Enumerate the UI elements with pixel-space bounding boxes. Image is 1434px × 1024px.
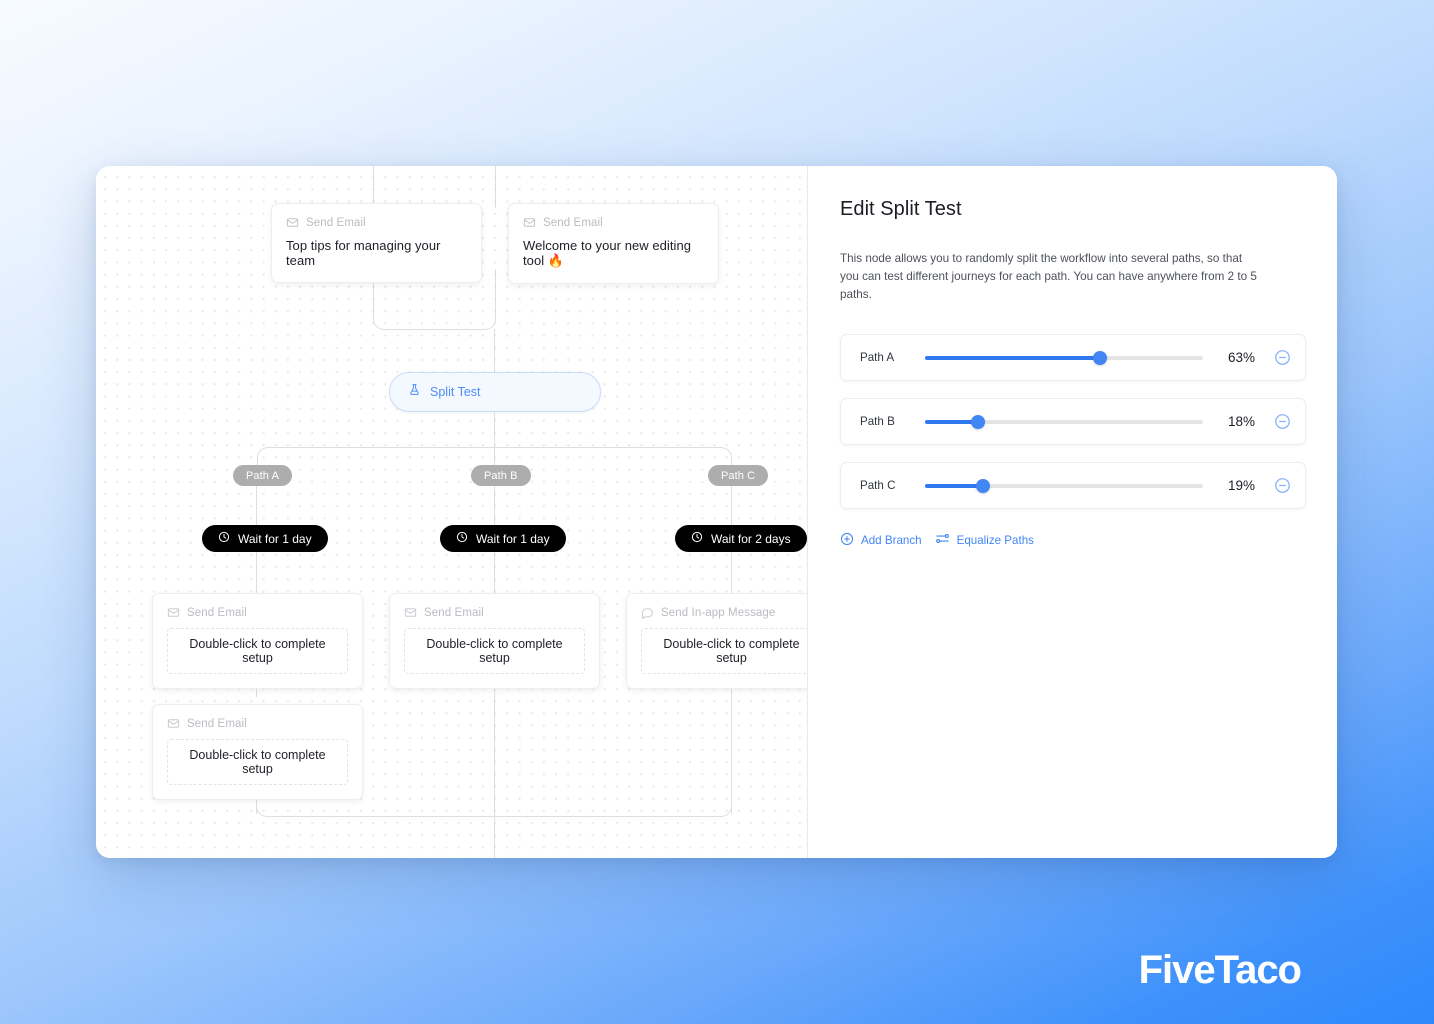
- node-type-header: Send Email: [404, 606, 585, 619]
- slider-value: 19%: [1227, 478, 1255, 494]
- canvas-panel-divider: [807, 166, 808, 858]
- edit-split-test-panel: Edit Split Test This node allows you to …: [808, 166, 1337, 858]
- slider-row-path-a[interactable]: Path A 63%: [840, 334, 1306, 382]
- slider-thumb[interactable]: [976, 478, 991, 493]
- panel-description: This node allows you to randomly split t…: [840, 252, 1257, 301]
- wait-node-label: Wait for 2 days: [711, 531, 791, 546]
- brand-watermark: FiveTaco: [1138, 948, 1302, 992]
- page-title: Edit Split Test: [840, 198, 962, 220]
- path-b-slider[interactable]: [925, 413, 1203, 431]
- split-test-label: Split Test: [430, 385, 481, 399]
- app-window: Split Test Send Email Top tips for manag…: [96, 166, 1337, 858]
- connector-line: [494, 412, 496, 448]
- node-type-label: Send Email: [306, 216, 366, 229]
- node-setup-placeholder[interactable]: Double-click to complete setup: [641, 628, 808, 674]
- clock-icon: [691, 531, 703, 546]
- slider-label: Path A: [860, 351, 895, 365]
- connector-corner: [434, 310, 496, 330]
- path-pill-label: Path B: [484, 469, 518, 482]
- path-a-slider[interactable]: [925, 349, 1203, 367]
- connector-corner: [257, 447, 495, 469]
- equalize-paths-label: Equalize Paths: [956, 533, 1034, 547]
- node-type-header: Send Email: [286, 216, 467, 229]
- node-card-send-email[interactable]: Send Email Top tips for managing your te…: [271, 203, 482, 283]
- node-type-label: Send Email: [543, 216, 603, 229]
- path-pill-c[interactable]: Path C: [708, 465, 769, 486]
- connector-line: [495, 166, 497, 208]
- slider-fill: [925, 484, 984, 488]
- flask-icon: [408, 383, 421, 401]
- node-card-action[interactable]: Send Email Double-click to complete setu…: [389, 593, 600, 689]
- node-setup-placeholder[interactable]: Double-click to complete setup: [167, 739, 348, 785]
- wait-node-label: Wait for 1 day: [476, 531, 550, 546]
- slider-fill: [925, 356, 1101, 360]
- equalizer-icon: [935, 531, 950, 549]
- node-type-label: Send In-app Message: [661, 606, 776, 619]
- node-type-header: Send Email: [167, 606, 348, 619]
- envelope-icon: [404, 606, 417, 619]
- slider-thumb[interactable]: [970, 414, 985, 429]
- connector-line: [494, 329, 496, 372]
- clock-icon: [456, 531, 468, 546]
- path-pill-a[interactable]: Path A: [233, 465, 293, 486]
- add-branch-button[interactable]: Add Branch: [840, 532, 922, 549]
- add-branch-label: Add Branch: [861, 533, 922, 547]
- equalize-paths-button[interactable]: Equalize Paths: [935, 531, 1034, 549]
- node-type-label: Send Email: [187, 717, 247, 730]
- envelope-icon: [167, 717, 180, 730]
- workflow-canvas[interactable]: Split Test Send Email Top tips for manag…: [96, 166, 808, 858]
- node-type-label: Send Email: [187, 606, 247, 619]
- envelope-icon: [286, 216, 299, 229]
- split-test-node[interactable]: Split Test: [389, 372, 601, 412]
- node-type-header: Send Email: [167, 717, 348, 730]
- remove-path-button[interactable]: [1273, 477, 1291, 495]
- slider-value: 18%: [1227, 414, 1255, 430]
- wait-node-b[interactable]: Wait for 1 day: [440, 525, 566, 552]
- path-pill-label: Path A: [246, 469, 280, 482]
- slider-row-path-c[interactable]: Path C 19%: [840, 462, 1306, 510]
- connector-line: [494, 814, 496, 858]
- connector-corner: [373, 310, 436, 330]
- path-pill-b[interactable]: Path B: [471, 465, 531, 486]
- remove-path-button[interactable]: [1273, 413, 1291, 431]
- wait-node-label: Wait for 1 day: [238, 531, 312, 546]
- wait-node-a[interactable]: Wait for 1 day: [202, 525, 328, 552]
- node-setup-placeholder[interactable]: Double-click to complete setup: [404, 628, 585, 674]
- chat-bubble-icon: [641, 606, 654, 619]
- node-type-header: Send Email: [523, 216, 704, 229]
- plus-circle-icon: [840, 532, 854, 549]
- clock-icon: [218, 531, 230, 546]
- node-type-label: Send Email: [424, 606, 484, 619]
- connector-corner: [494, 795, 732, 817]
- node-card-action[interactable]: Send Email Double-click to complete setu…: [152, 593, 363, 689]
- connector-corner: [494, 447, 732, 469]
- node-card-action[interactable]: Send In-app Message Double-click to comp…: [626, 593, 808, 689]
- envelope-icon: [167, 606, 180, 619]
- path-pill-label: Path C: [721, 469, 756, 482]
- panel-actions: Add Branch Equalize Paths: [840, 531, 1306, 549]
- wait-node-c[interactable]: Wait for 2 days: [675, 525, 807, 552]
- remove-path-button[interactable]: [1273, 349, 1291, 367]
- slider-thumb[interactable]: [1093, 350, 1108, 365]
- node-title: Welcome to your new editing tool 🔥: [523, 238, 692, 268]
- node-title: Top tips for managing your team: [286, 238, 441, 268]
- slider-label: Path B: [860, 415, 895, 429]
- path-c-slider[interactable]: [925, 477, 1203, 495]
- node-type-header: Send In-app Message: [641, 606, 808, 619]
- slider-value: 63%: [1227, 350, 1255, 366]
- envelope-icon: [523, 216, 536, 229]
- slider-label: Path C: [860, 479, 896, 493]
- node-card-send-email[interactable]: Send Email Welcome to your new editing t…: [508, 203, 719, 284]
- connector-line: [373, 166, 375, 208]
- slider-row-path-b[interactable]: Path B 18%: [840, 398, 1306, 446]
- node-setup-placeholder[interactable]: Double-click to complete setup: [167, 628, 348, 674]
- node-card-action[interactable]: Send Email Double-click to complete setu…: [152, 704, 363, 800]
